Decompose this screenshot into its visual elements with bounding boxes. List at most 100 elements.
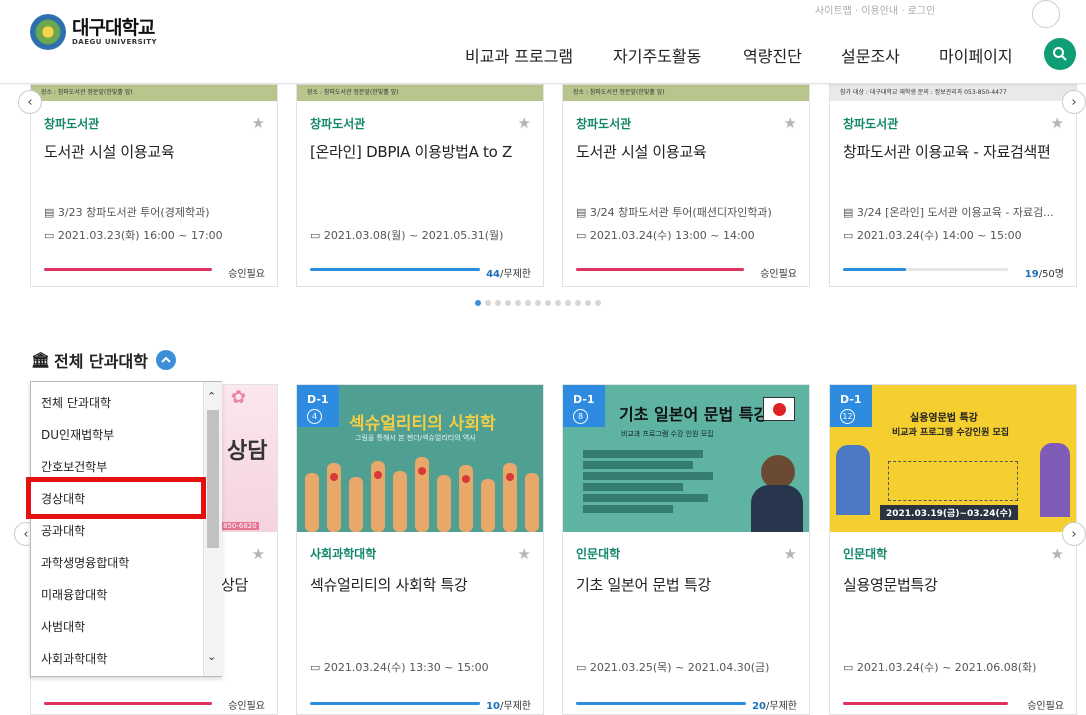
program-card[interactable]: D-1 8 기초 일본어 문법 특강 비교과 프로그램 수강 인원 모집 인문대학…	[562, 384, 810, 715]
pagination-dot[interactable]	[515, 300, 521, 306]
pagination-dot[interactable]	[565, 300, 571, 306]
favorite-star-icon[interactable]: ★	[252, 114, 265, 132]
member-count: 4	[307, 409, 322, 424]
chevron-left-icon: ‹	[23, 526, 29, 542]
logo[interactable]: 대구대학교 DAEGU UNIVERSITY	[30, 14, 157, 50]
poster-title: 상담	[227, 439, 268, 464]
program-card[interactable]: 장소 : 참파도서관 정문앞(한빛홀 앞) 창파도서관 ★ [온라인] DBPI…	[296, 84, 544, 287]
utility-circle-button[interactable]	[1032, 0, 1060, 28]
d-day-badge: D-1 8	[563, 385, 605, 427]
card-date: ▭ 2021.03.08(월) ~ 2021.05.31(월)	[310, 229, 504, 242]
card-status: 승인필요	[1027, 701, 1064, 712]
favorite-star-icon[interactable]: ★	[1051, 545, 1064, 563]
card-title[interactable]: 실용영문법특강	[843, 574, 938, 595]
favorite-star-icon[interactable]: ★	[518, 114, 531, 132]
select-option[interactable]: 간호보건학부	[41, 458, 107, 475]
book-icon: ▤	[576, 206, 590, 219]
carousel2-next-button[interactable]: ›	[1062, 522, 1086, 546]
pagination-dot[interactable]	[535, 300, 541, 306]
select-option[interactable]: DU인재법학부	[41, 426, 114, 443]
member-count: 12	[840, 409, 855, 424]
select-option[interactable]: 사회과학대학	[41, 650, 107, 667]
select-option[interactable]: 사범대학	[41, 618, 85, 635]
college-select-list[interactable]: 전체 단과대학 DU인재법학부 간호보건학부 경상대학 공과대학 과학생명융합대…	[30, 381, 222, 677]
pagination-dot[interactable]	[495, 300, 501, 306]
nav-item-mypage[interactable]: 마이페이지	[939, 43, 1013, 67]
nav-item-self-directed[interactable]: 자기주도활동	[613, 43, 701, 67]
university-emblem-icon	[30, 14, 66, 50]
card-poster: D-1 8 기초 일본어 문법 특강 비교과 프로그램 수강 인원 모집	[563, 385, 809, 532]
program-card[interactable]: 참가 대상 : 대구대학교 재학생 문의 : 정보관리과 053-850-447…	[829, 84, 1077, 287]
search-icon	[1053, 47, 1067, 61]
poster-phone: 850-6820	[221, 522, 259, 530]
progress-fill	[843, 268, 906, 271]
person-illustration	[761, 455, 795, 489]
poster-schedule	[583, 447, 723, 525]
program-card[interactable]: D-1 12 실용영문법 특강 비교과 프로그램 수강인원 모집 2021.03.…	[829, 384, 1077, 715]
pagination-dot[interactable]	[545, 300, 551, 306]
logo-english: DAEGU UNIVERSITY	[72, 38, 158, 46]
nav-item-survey[interactable]: 설문조사	[841, 43, 900, 67]
card-category: 창파도서관	[843, 117, 899, 131]
card-poster: D-1 12 실용영문법 특강 비교과 프로그램 수강인원 모집 2021.03.…	[830, 385, 1076, 532]
utility-links[interactable]: 사이트맵 · 이용안내 · 로그인	[815, 2, 935, 17]
pagination-dot[interactable]	[575, 300, 581, 306]
card-thumbnail: 장소 : 참파도서관 정문앞(한빛홀 앞)	[563, 85, 809, 101]
pagination-dot[interactable]	[585, 300, 591, 306]
calendar-icon: ▭	[310, 661, 324, 674]
program-card[interactable]: D-1 4 섹슈얼리티의 사회학 그림을 통해서 본 젠더/섹슈얼리티의 역사 사…	[296, 384, 544, 715]
card-category: 인문대학	[576, 547, 621, 561]
card-thumbnail: 장소 : 참파도서관 정문앞(한빛홀 앞)	[31, 85, 277, 101]
pagination-dot[interactable]	[525, 300, 531, 306]
nav-item-extracurricular[interactable]: 비교과 프로그램	[465, 43, 573, 67]
card-title[interactable]: 도서관 시설 이용교육	[44, 141, 175, 162]
carousel-pagination	[475, 300, 601, 306]
calendar-icon: ▭	[843, 661, 857, 674]
card-title[interactable]: 기초 일본어 문법 특강	[576, 574, 711, 595]
card-title[interactable]: 상담	[221, 574, 248, 595]
card-date: ▭ 2021.03.24(수) 13:00 ~ 14:00	[576, 229, 755, 242]
nav-item-competency[interactable]: 역량진단	[743, 43, 802, 67]
card-status: 10/무제한	[486, 701, 531, 712]
scrollbar-thumb[interactable]	[207, 410, 219, 548]
pagination-dot[interactable]	[555, 300, 561, 306]
favorite-star-icon[interactable]: ★	[518, 545, 531, 563]
scroll-down-icon[interactable]: ⌄	[207, 650, 216, 663]
card-title[interactable]: 도서관 시설 이용교육	[576, 141, 707, 162]
select-option[interactable]: 공과대학	[41, 522, 85, 539]
card-thumbnail: 장소 : 참파도서관 정문앞(한빛홀 앞)	[297, 85, 543, 101]
search-button[interactable]	[1044, 38, 1076, 70]
favorite-star-icon[interactable]: ★	[1051, 114, 1064, 132]
pagination-dot[interactable]	[485, 300, 491, 306]
favorite-star-icon[interactable]: ★	[784, 114, 797, 132]
carousel-next-button[interactable]: ›	[1062, 90, 1086, 114]
carousel-prev-button[interactable]: ‹	[18, 90, 42, 114]
pagination-dot[interactable]	[505, 300, 511, 306]
pagination-dot[interactable]	[595, 300, 601, 306]
card-title[interactable]: [온라인] DBPIA 이용방법A to Z	[310, 141, 512, 162]
card-status: 승인필요	[228, 269, 265, 280]
college-toggle-button[interactable]	[155, 350, 176, 370]
program-card[interactable]: 장소 : 참파도서관 정문앞(한빛홀 앞) 창파도서관 ★ 도서관 시설 이용교…	[562, 84, 810, 287]
dropdown-scrollbar[interactable]: ⌃ ⌄	[203, 382, 222, 676]
progress-fill	[44, 268, 212, 271]
select-option[interactable]: 과학생명융합대학	[41, 554, 129, 571]
favorite-star-icon[interactable]: ★	[784, 545, 797, 563]
scroll-up-icon[interactable]: ⌃	[207, 390, 216, 403]
header: 대구대학교 DAEGU UNIVERSITY 사이트맵 · 이용안내 · 로그인…	[0, 0, 1086, 84]
select-option[interactable]: 미래융합대학	[41, 586, 107, 603]
chevron-right-icon: ›	[1071, 526, 1077, 542]
progress-fill	[843, 702, 1008, 705]
progress-fill	[310, 268, 480, 271]
card-category: 인문대학	[843, 547, 888, 561]
card-session: ▤ 3/23 창파도서관 투어(경제학과)	[44, 206, 210, 219]
card-title[interactable]: 섹슈얼리티의 사회학 특강	[310, 574, 468, 595]
program-card[interactable]: 장소 : 참파도서관 정문앞(한빛홀 앞) 창파도서관 ★ 도서관 시설 이용교…	[30, 84, 278, 287]
card-title[interactable]: 창파도서관 이용교육 - 자료검색편	[843, 141, 1051, 162]
book-icon: ▤	[843, 206, 857, 219]
pagination-dot[interactable]	[475, 300, 481, 306]
progress-bar	[44, 702, 212, 705]
select-option[interactable]: 전체 단과대학	[41, 394, 111, 411]
card-date: ▭ 2021.03.25(목) ~ 2021.04.30(금)	[576, 661, 770, 674]
favorite-star-icon[interactable]: ★	[252, 545, 265, 563]
